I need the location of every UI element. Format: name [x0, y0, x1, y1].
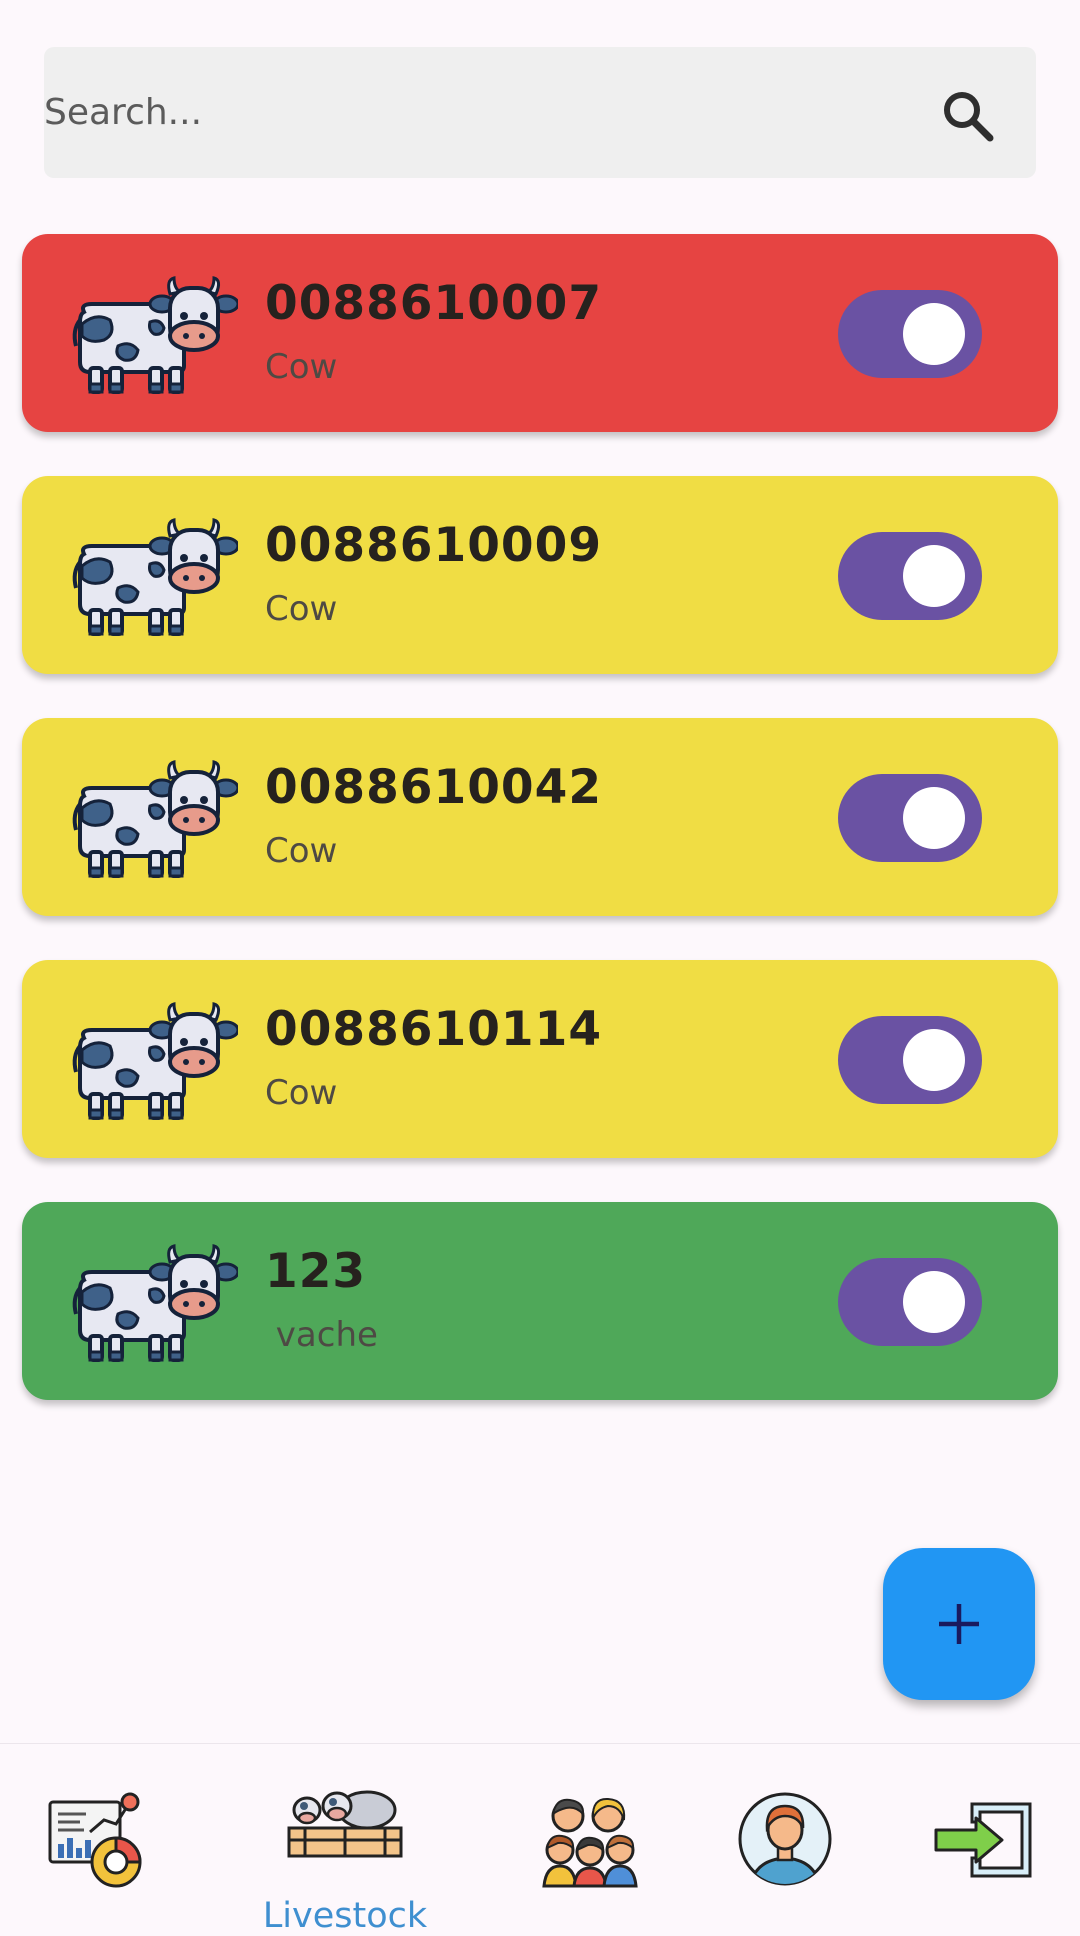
status-toggle[interactable]	[838, 774, 982, 862]
cow-icon	[66, 1000, 238, 1124]
people-group-icon	[542, 1797, 638, 1888]
add-livestock-button[interactable]	[883, 1548, 1035, 1700]
nav-item-dashboard[interactable]	[32, 1744, 172, 1934]
livestock-card[interactable]: 123 vache	[22, 1202, 1058, 1400]
toggle-knob	[903, 303, 965, 365]
livestock-id: 123	[265, 1244, 367, 1299]
nav-label-livestock: Livestock	[262, 1896, 428, 1936]
livestock-type: vache	[265, 1315, 378, 1355]
livestock-type: Cow	[265, 831, 338, 871]
status-toggle[interactable]	[838, 1016, 982, 1104]
nav-item-people[interactable]	[530, 1744, 650, 1934]
livestock-id: 0088610009	[265, 518, 603, 573]
cow-icon	[66, 274, 238, 398]
toggle-knob	[903, 545, 965, 607]
nav-item-logout[interactable]	[920, 1744, 1040, 1934]
cow-icon	[66, 1242, 238, 1366]
livestock-type: Cow	[265, 589, 338, 629]
livestock-type: Cow	[265, 1073, 338, 1113]
search-bar	[44, 47, 1036, 178]
nav-item-livestock[interactable]: Livestock	[245, 1744, 445, 1936]
nav-item-profile[interactable]	[730, 1744, 840, 1934]
livestock-card[interactable]: 0088610114 Cow	[22, 960, 1058, 1158]
bottom-nav: Livestock	[0, 1743, 1080, 1936]
livestock-id: 0088610042	[265, 760, 603, 815]
toggle-knob	[903, 787, 965, 849]
user-avatar-icon	[738, 1792, 832, 1886]
logout-arrow-icon	[934, 1802, 1032, 1878]
livestock-type: Cow	[265, 347, 338, 387]
search-icon[interactable]	[940, 88, 996, 144]
livestock-card[interactable]: 0088610042 Cow	[22, 718, 1058, 916]
toggle-knob	[903, 1029, 965, 1091]
status-toggle[interactable]	[838, 290, 982, 378]
livestock-card[interactable]: 0088610007 Cow	[22, 234, 1058, 432]
plus-icon	[939, 1604, 979, 1644]
status-toggle[interactable]	[838, 1258, 982, 1346]
livestock-id: 0088610007	[265, 276, 603, 331]
status-toggle[interactable]	[838, 532, 982, 620]
cow-icon	[66, 516, 238, 640]
livestock-id: 0088610114	[265, 1002, 603, 1057]
livestock-card[interactable]: 0088610009 Cow	[22, 476, 1058, 674]
cows-pen-icon	[287, 1790, 403, 1858]
toggle-knob	[903, 1271, 965, 1333]
analytics-chart-icon	[48, 1792, 142, 1888]
cow-icon	[66, 758, 238, 882]
search-input[interactable]	[44, 47, 904, 178]
